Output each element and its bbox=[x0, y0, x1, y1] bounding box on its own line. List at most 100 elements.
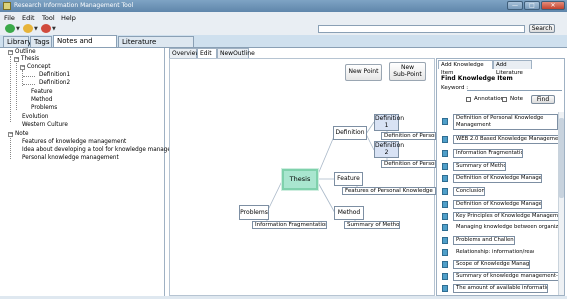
tool-icon[interactable] bbox=[41, 24, 51, 33]
tab-tags[interactable]: Tags bbox=[30, 36, 52, 47]
knowledge-item-label[interactable]: Summary of Methods bbox=[344, 221, 400, 229]
list-item[interactable]: Summary of Methods bbox=[441, 162, 564, 171]
list-item[interactable]: Relationship: information/reading bbox=[441, 248, 564, 257]
tab-edit[interactable]: Edit bbox=[197, 48, 217, 58]
list-item[interactable]: Summary of knowledge management-a strat bbox=[441, 272, 564, 281]
menu-edit[interactable]: Edit bbox=[22, 14, 35, 22]
window-title: Research Information Management Tool bbox=[14, 2, 134, 9]
tab-library[interactable]: Library bbox=[3, 36, 31, 47]
menu-tool[interactable]: Tool bbox=[42, 14, 55, 22]
collapse-icon[interactable]: − bbox=[8, 132, 13, 137]
node-definition[interactable]: Definition bbox=[333, 126, 367, 140]
node-feature[interactable]: Feature bbox=[334, 172, 363, 186]
node-definition-1-label-b: 1 bbox=[384, 122, 389, 129]
knowledge-item-label[interactable]: Features of Personal Knowledge Ma bbox=[342, 187, 436, 195]
collapse-icon[interactable]: − bbox=[20, 65, 25, 70]
chevron-down-icon[interactable]: ▼ bbox=[34, 26, 38, 32]
tree-item-definition1[interactable]: Definition1 bbox=[39, 72, 70, 78]
tree-item-western-culture[interactable]: Western Culture bbox=[22, 122, 68, 128]
tree-item-feature[interactable]: Feature bbox=[31, 89, 53, 95]
chevron-down-icon[interactable]: ▼ bbox=[16, 26, 20, 32]
list-item[interactable]: The amount of available information is bbox=[441, 284, 564, 293]
minimize-button[interactable]: — bbox=[507, 1, 523, 10]
maximize-button[interactable]: □ bbox=[524, 1, 540, 10]
tab-literature-relationship[interactable]: Literature Relationship bbox=[118, 36, 194, 56]
add-green-icon[interactable] bbox=[5, 24, 15, 33]
tab-notes-and-writing[interactable]: Notes and Writing bbox=[53, 35, 117, 55]
knowledge-item-title: Information Fragmentation bbox=[453, 149, 523, 158]
new-point-button[interactable]: New Point bbox=[345, 64, 382, 81]
knowledge-item-title: Summary of Methods bbox=[453, 162, 506, 171]
node-thesis[interactable]: Thesis bbox=[282, 169, 318, 190]
tab-add-knowledge-item[interactable]: Add Knowledge Item bbox=[438, 60, 493, 76]
tree-item-personal-km[interactable]: Personal knowledge management bbox=[22, 155, 119, 161]
list-item[interactable]: Information Fragmentation bbox=[441, 149, 564, 158]
close-button[interactable]: ✕ bbox=[541, 1, 565, 10]
knowledge-item-label[interactable]: Information Fragmentation bbox=[252, 221, 327, 229]
menu-help[interactable]: Help bbox=[61, 14, 76, 22]
knowledge-panel: Add Knowledge Item Add Literature Find K… bbox=[436, 58, 565, 296]
keyword-input[interactable] bbox=[467, 84, 562, 91]
editor-tabs: Overview Edit NewOutline bbox=[168, 47, 438, 58]
list-item[interactable]: Managing knowledge between organization bbox=[441, 223, 564, 232]
tree-item-idea-tool[interactable]: Idea about developing a tool for knowled… bbox=[22, 147, 186, 153]
collapse-icon[interactable]: − bbox=[8, 50, 13, 55]
tree-item-problems[interactable]: Problems bbox=[31, 105, 57, 111]
node-definition-1[interactable]: Definition 1 bbox=[374, 114, 405, 131]
note-checkbox[interactable] bbox=[502, 97, 507, 102]
list-item[interactable]: WEB 2.0 Based Knowledge Management bbox=[441, 135, 564, 144]
search-button[interactable]: Search bbox=[529, 24, 555, 33]
tree-item-method[interactable]: Method bbox=[31, 97, 52, 103]
new-sub-point-label-2: Sub-Point bbox=[393, 71, 422, 78]
new-sub-point-button[interactable]: New Sub-Point bbox=[389, 62, 426, 81]
knowledge-item-title: Definition of Personal Knowledge Managem… bbox=[453, 114, 558, 130]
link-thesis-method bbox=[315, 178, 336, 214]
node-problems[interactable]: Problems bbox=[239, 205, 269, 220]
tree-item-features-km[interactable]: Features of knowledge management bbox=[22, 139, 126, 145]
main-tabs: Library Tags Notes and Writing Literatur… bbox=[0, 35, 567, 56]
knowledge-item-icon bbox=[442, 285, 448, 292]
tab-overview[interactable]: Overview bbox=[169, 48, 200, 58]
tree-item-outline[interactable]: Outline bbox=[15, 49, 36, 55]
tree-item-definition2[interactable]: Definition2 bbox=[39, 80, 70, 86]
search-input[interactable] bbox=[318, 25, 525, 33]
tree-item-note[interactable]: Note bbox=[15, 131, 28, 137]
list-item[interactable]: Key Principles of Knowledge Management bbox=[441, 212, 564, 221]
annotation-label: Annotation bbox=[474, 96, 505, 102]
knowledge-item-title: The amount of available information is bbox=[453, 284, 548, 293]
tree-item-concept[interactable]: Concept bbox=[27, 64, 51, 70]
menu-file[interactable]: File bbox=[4, 14, 15, 22]
find-button[interactable]: Find bbox=[531, 95, 555, 104]
node-method[interactable]: Method bbox=[334, 206, 364, 220]
add-item-icon[interactable] bbox=[23, 24, 33, 33]
knowledge-item-title: Key Principles of Knowledge Management bbox=[453, 212, 560, 221]
tab-newoutline[interactable]: NewOutline bbox=[217, 48, 255, 58]
knowledge-item-title: Scope of Knowledge Management bbox=[453, 260, 530, 269]
outline-tree: − Outline − Thesis − Concept Definition1… bbox=[2, 48, 186, 298]
title-bar: Research Information Management Tool — □… bbox=[0, 0, 567, 12]
knowledge-list-scrollbar[interactable] bbox=[558, 112, 564, 295]
node-definition-2[interactable]: Definition 2 bbox=[374, 141, 404, 158]
list-item[interactable]: Problems and Challenges bbox=[441, 236, 564, 245]
chevron-down-icon[interactable]: ▼ bbox=[52, 26, 56, 32]
knowledge-item-icon bbox=[442, 249, 448, 256]
knowledge-item-icon bbox=[442, 118, 448, 125]
tab-add-literature[interactable]: Add Literature bbox=[493, 60, 532, 76]
knowledge-item-label[interactable]: Definition of Personal bbox=[381, 132, 436, 140]
list-item[interactable]: Scope of Knowledge Management bbox=[441, 260, 564, 269]
knowledge-item-title: Definition of Knowledge Management bbox=[453, 200, 542, 209]
knowledge-item-label[interactable]: Definition of Persona bbox=[381, 160, 436, 168]
tree-item-thesis[interactable]: Thesis bbox=[21, 56, 39, 62]
list-item[interactable]: Conclusion bbox=[441, 187, 564, 196]
list-item[interactable]: Definition of Knowledge Management bbox=[441, 174, 564, 183]
scrollbar-thumb[interactable] bbox=[559, 118, 564, 198]
node-definition-1-label-a: Definition bbox=[375, 115, 405, 122]
knowledge-item-title: Definition of Knowledge Management bbox=[453, 174, 542, 183]
list-item[interactable]: Definition of Personal Knowledge Managem… bbox=[441, 114, 564, 130]
tree-item-evolution[interactable]: Evolution bbox=[22, 114, 49, 120]
knowledge-item-icon bbox=[442, 136, 448, 143]
list-item[interactable]: Definition of Knowledge Management bbox=[441, 200, 564, 209]
collapse-icon[interactable]: − bbox=[14, 57, 19, 62]
knowledge-item-icon bbox=[442, 213, 448, 220]
annotation-checkbox[interactable] bbox=[466, 97, 471, 102]
